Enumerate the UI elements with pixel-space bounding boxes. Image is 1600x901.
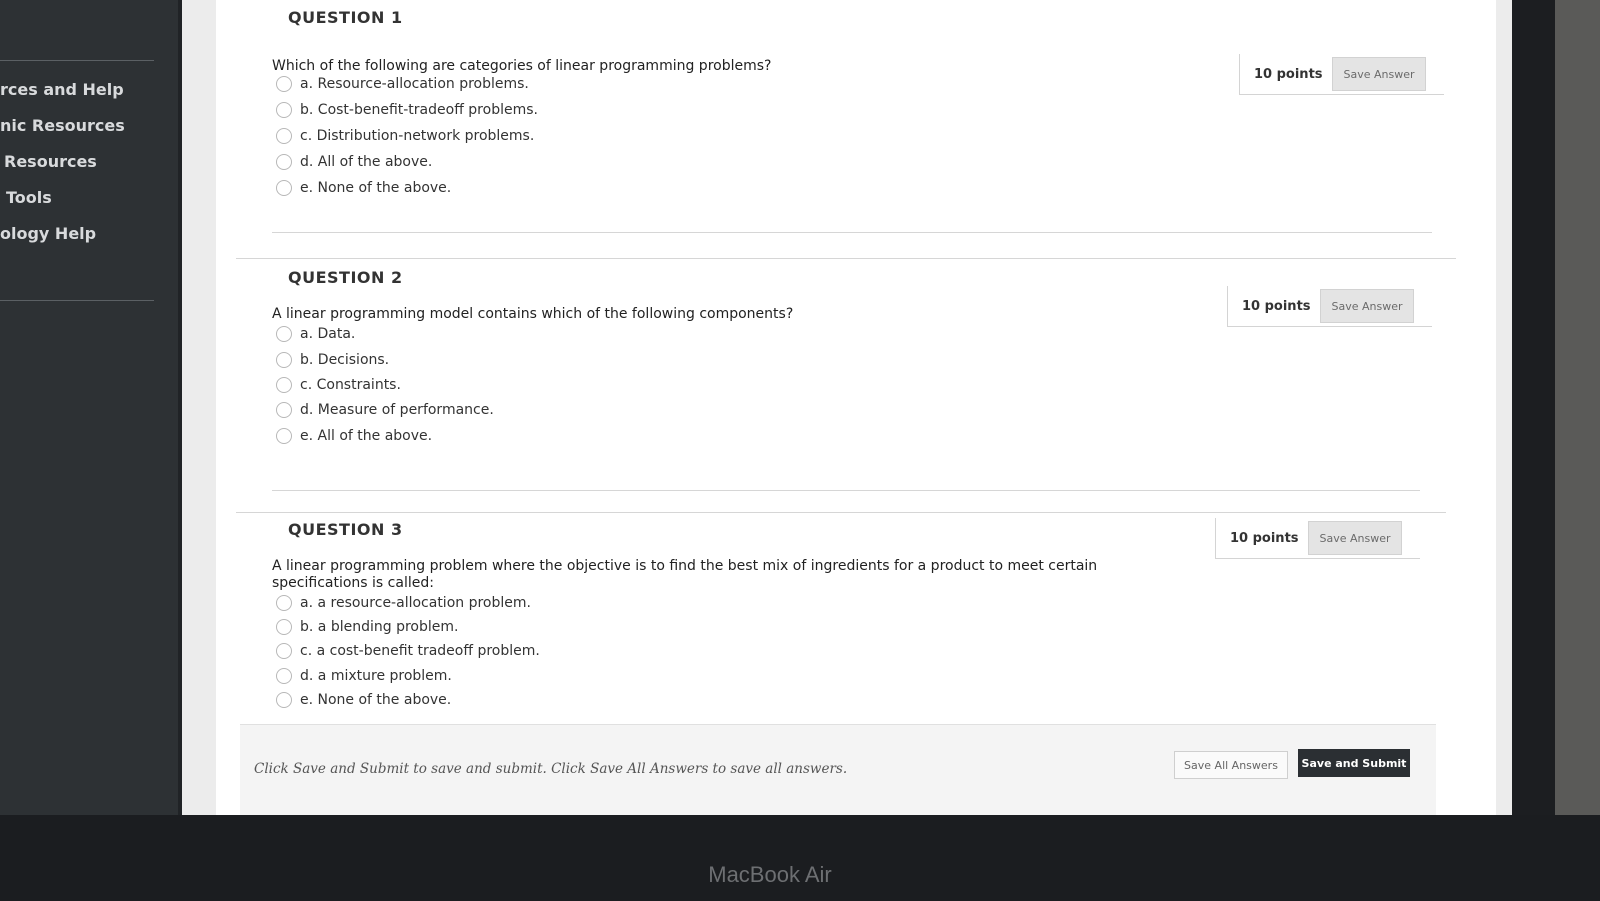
question-divider — [272, 490, 1420, 491]
radio-button[interactable] — [276, 402, 292, 418]
question-title: QUESTION 1 — [288, 8, 403, 27]
radio-button[interactable] — [276, 377, 292, 393]
radio-button[interactable] — [276, 692, 292, 708]
save-all-answers-button[interactable]: Save All Answers — [1174, 751, 1288, 779]
radio-button[interactable] — [276, 154, 292, 170]
question-divider — [236, 512, 1446, 513]
radio-button[interactable] — [276, 643, 292, 659]
sidebar-item-resources-help[interactable]: rces and Help — [0, 80, 170, 99]
question-title: QUESTION 3 — [288, 520, 403, 539]
sidebar-item-library-resources[interactable]: Resources — [4, 152, 174, 171]
answer-option[interactable]: c. Constraints. — [276, 375, 401, 395]
answer-option[interactable]: d. All of the above. — [276, 152, 432, 172]
laptop-bezel-bottom — [0, 815, 1600, 901]
answer-option[interactable]: e. None of the above. — [276, 690, 451, 710]
question-2: QUESTION 2 A linear programming model co… — [272, 268, 1460, 468]
radio-button[interactable] — [276, 668, 292, 684]
sidebar-item-academic-resources[interactable]: nic Resources — [0, 116, 170, 135]
points-label: 10 points — [1254, 66, 1323, 82]
points-box: 10 points Save Answer — [1227, 286, 1432, 327]
question-divider — [272, 232, 1432, 233]
answer-option[interactable]: a. Data. — [276, 324, 355, 344]
sidebar-item-technology-help[interactable]: ology Help — [0, 224, 170, 243]
question-text: Which of the following are categories of… — [272, 58, 772, 74]
save-answer-button[interactable]: Save Answer — [1332, 57, 1426, 91]
question-title: QUESTION 2 — [288, 268, 403, 287]
submission-bar: Click Save and Submit to save and submit… — [240, 724, 1436, 815]
radio-button[interactable] — [276, 352, 292, 368]
answer-option[interactable]: b. a blending problem. — [276, 617, 458, 637]
answer-option[interactable]: e. None of the above. — [276, 178, 451, 198]
radio-button[interactable] — [276, 102, 292, 118]
points-label: 10 points — [1230, 530, 1299, 546]
answer-option[interactable]: e. All of the above. — [276, 426, 432, 446]
sidebar-divider — [0, 300, 154, 301]
question-divider — [236, 258, 1456, 259]
radio-button[interactable] — [276, 595, 292, 611]
question-3: QUESTION 3 A linear programming problem … — [272, 518, 1448, 720]
answer-option[interactable]: d. a mixture problem. — [276, 666, 452, 686]
points-box: 10 points Save Answer — [1239, 54, 1444, 95]
answer-option[interactable]: a. Resource-allocation problems. — [276, 74, 529, 94]
sidebar-divider — [0, 60, 154, 61]
save-answer-button[interactable]: Save Answer — [1320, 289, 1414, 323]
radio-button[interactable] — [276, 428, 292, 444]
answer-option[interactable]: c. Distribution-network problems. — [276, 126, 534, 146]
background-surface — [1555, 0, 1600, 901]
radio-button[interactable] — [276, 128, 292, 144]
device-label: MacBook Air — [708, 862, 832, 887]
course-sidebar: rces and Help nic Resources Resources To… — [0, 0, 178, 834]
sidebar-item-tools[interactable]: Tools — [6, 188, 176, 207]
answer-option[interactable]: a. a resource-allocation problem. — [276, 593, 531, 613]
answer-option[interactable]: b. Cost-benefit-tradeoff problems. — [276, 100, 538, 120]
points-label: 10 points — [1242, 298, 1311, 314]
question-text: A linear programming model contains whic… — [272, 306, 794, 322]
radio-button[interactable] — [276, 326, 292, 342]
points-box: 10 points Save Answer — [1215, 518, 1420, 559]
save-answer-button[interactable]: Save Answer — [1308, 521, 1402, 555]
answer-option[interactable]: c. a cost-benefit tradeoff problem. — [276, 641, 540, 661]
answer-option[interactable]: d. Measure of performance. — [276, 400, 494, 420]
answer-option[interactable]: b. Decisions. — [276, 350, 389, 370]
question-1: QUESTION 1 Which of the following are ca… — [272, 8, 1472, 228]
radio-button[interactable] — [276, 619, 292, 635]
question-text: A linear programming problem where the o… — [272, 558, 1098, 591]
radio-button[interactable] — [276, 180, 292, 196]
save-and-submit-button[interactable]: Save and Submit — [1298, 749, 1410, 777]
submit-instructions: Click Save and Submit to save and submit… — [254, 761, 848, 777]
radio-button[interactable] — [276, 76, 292, 92]
